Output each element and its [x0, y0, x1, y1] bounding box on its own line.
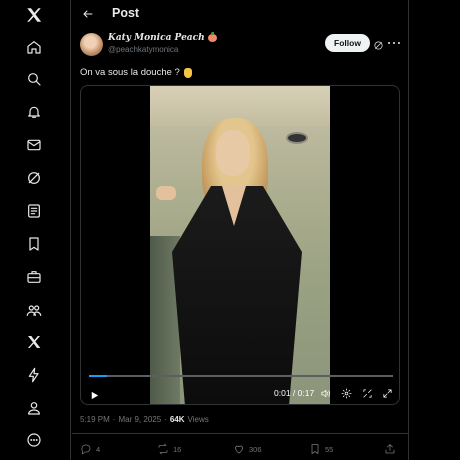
video-frame[interactable]	[150, 86, 330, 404]
video-time: 0:01 / 0:17	[274, 388, 315, 398]
author-display-name[interactable]: Katy Monica Peach	[108, 33, 205, 43]
post-meta: 5:19 PM · Mar 9, 2025 · 64K Views	[80, 415, 209, 424]
follow-button[interactable]: Follow	[325, 34, 370, 52]
messages-icon[interactable]	[23, 134, 45, 156]
video-person-hand	[156, 186, 176, 200]
share-button[interactable]	[384, 443, 396, 455]
video-person-robe	[172, 186, 302, 404]
post-header: Post	[72, 0, 408, 28]
heart-icon	[235, 445, 243, 454]
repost-count: 16	[173, 444, 182, 454]
settings-gear-icon[interactable]	[340, 387, 353, 400]
peach-emoji-icon	[207, 32, 217, 42]
tweet-text-body: On va sous la douche ?	[80, 67, 180, 78]
x-logo-icon[interactable]	[22, 3, 46, 27]
video-shower-fixture	[286, 132, 308, 144]
like-button[interactable]: 306	[233, 443, 262, 455]
bookmarks-icon[interactable]	[23, 233, 45, 255]
more-icon[interactable]	[23, 429, 45, 451]
back-arrow-icon[interactable]	[80, 6, 96, 22]
more-options-icon[interactable]	[388, 38, 400, 48]
author-handle[interactable]: @peachkatymonica	[108, 45, 178, 54]
jobs-icon[interactable]	[23, 266, 45, 288]
post-time[interactable]: 5:19 PM	[80, 415, 110, 424]
grok-icon[interactable]	[23, 167, 45, 189]
grok-explain-icon[interactable]	[373, 38, 384, 50]
author-name-row: Katy Monica Peach	[108, 32, 217, 43]
tweet-text: On va sous la douche ?	[80, 67, 192, 78]
column-divider	[408, 0, 409, 460]
meta-separator: ·	[112, 415, 116, 424]
reply-count: 4	[96, 444, 101, 454]
repost-button[interactable]: 16	[157, 443, 181, 455]
lists-icon[interactable]	[23, 200, 45, 222]
views-label: Views	[187, 415, 209, 424]
notifications-icon[interactable]	[23, 101, 45, 123]
avatar[interactable]	[80, 33, 103, 56]
like-count: 306	[249, 444, 262, 454]
communities-icon[interactable]	[23, 299, 45, 321]
views-count: 64K	[169, 415, 185, 424]
reply-button[interactable]: 4	[80, 443, 100, 455]
reply-icon	[81, 444, 91, 455]
profile-icon[interactable]	[23, 397, 45, 419]
share-icon	[385, 444, 395, 454]
home-icon[interactable]	[23, 36, 45, 58]
video-progress-bar[interactable]	[89, 375, 393, 377]
fullscreen-icon[interactable]	[381, 387, 394, 400]
pip-icon[interactable]	[361, 387, 374, 400]
bookmark-icon	[311, 444, 319, 454]
page-title: Post	[112, 6, 140, 20]
divider	[72, 433, 408, 434]
video-progress-fill	[89, 375, 108, 377]
bookmark-button[interactable]: 55	[309, 443, 333, 455]
video-player[interactable]: 0:01 / 0:17	[80, 85, 400, 405]
video-person-face	[216, 130, 250, 176]
verified-orgs-icon[interactable]	[23, 364, 45, 386]
volume-icon[interactable]	[319, 387, 332, 400]
premium-icon[interactable]	[23, 331, 45, 353]
explore-icon[interactable]	[23, 68, 45, 90]
meta-separator: ·	[164, 415, 167, 424]
post-date[interactable]: Mar 9, 2025	[118, 415, 161, 424]
repost-icon	[158, 443, 168, 455]
pointing-down-emoji-icon	[183, 67, 192, 78]
play-icon[interactable]	[89, 388, 101, 400]
bookmark-count: 55	[325, 444, 334, 454]
left-nav-rail	[0, 0, 71, 460]
